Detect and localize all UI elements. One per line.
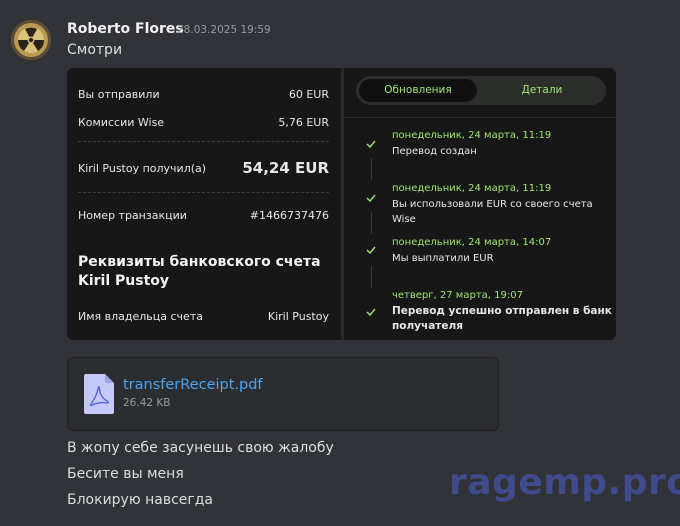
- timeline-line: [371, 266, 372, 288]
- tab-bar: Обновления Детали: [356, 76, 606, 105]
- check-icon: [366, 246, 376, 254]
- event-date: понедельник, 24 марта, 14:07: [392, 237, 552, 248]
- transaction-value: #1466737476: [249, 209, 329, 222]
- message-text: Бесите вы меня: [67, 466, 184, 482]
- fee-row: Комиссии Wise 5,76 EUR: [78, 116, 329, 129]
- event-text: Вы использовали EUR со своего счета Wise: [392, 199, 593, 225]
- transfer-summary-panel: Вы отправили 60 EUR Комиссии Wise 5,76 E…: [67, 68, 341, 340]
- watermark: ragemp.pro: [449, 462, 680, 503]
- file-attachment[interactable]: transferReceipt.pdf 26.42 KB: [67, 357, 499, 431]
- divider: [78, 192, 329, 193]
- message-timestamp: 28.03.2025 19:59: [177, 24, 271, 36]
- sent-row: Вы отправили 60 EUR: [78, 88, 329, 101]
- divider: [78, 141, 329, 142]
- tab-details: Детали: [521, 84, 563, 96]
- transaction-row: Номер транзакции #1466737476: [78, 209, 329, 222]
- message-text: В жопу себе засунешь свою жалобу: [67, 440, 334, 456]
- timeline-line: [371, 212, 372, 234]
- check-icon: [366, 140, 376, 148]
- pdf-file-icon: [84, 374, 114, 414]
- message-text: Блокирую навсегда: [67, 492, 213, 508]
- tab-updates: Обновления: [359, 79, 477, 102]
- received-label: Kiril Pustoy получил(а): [78, 161, 207, 175]
- event-text: Перевод создан: [392, 146, 477, 157]
- event-text: Перевод успешно отправлен в банк получат…: [392, 305, 612, 332]
- radiation-avatar-icon: [11, 20, 51, 60]
- avatar[interactable]: [11, 20, 51, 60]
- attachment-filename-link[interactable]: transferReceipt.pdf: [123, 377, 263, 393]
- screenshot-image[interactable]: Вы отправили 60 EUR Комиссии Wise 5,76 E…: [67, 68, 616, 340]
- fee-value: 5,76 EUR: [278, 116, 329, 129]
- message-text: Смотри: [67, 42, 123, 58]
- received-value: 54,24 EUR: [242, 159, 329, 177]
- sent-value: 60 EUR: [288, 88, 329, 101]
- updates-panel: Обновления Детали понедельник, 24 марта,…: [344, 68, 616, 340]
- check-icon: [366, 194, 376, 202]
- received-row: Kiril Pustoy получил(а) 54,24 EUR: [78, 159, 329, 177]
- sent-label: Вы отправили: [78, 88, 160, 101]
- transaction-label: Номер транзакции: [78, 209, 187, 222]
- divider: [344, 117, 616, 118]
- check-icon: [366, 308, 376, 316]
- event-date: понедельник, 24 марта, 11:19: [392, 183, 552, 194]
- author-name[interactable]: Roberto Flores: [67, 21, 184, 37]
- fee-label: Комиссии Wise: [78, 116, 165, 129]
- bank-details-title: Реквизиты банковского счета Kiril Pustoy: [78, 254, 321, 289]
- holder-value: Kiril Pustoy: [267, 310, 329, 323]
- event-date: понедельник, 24 марта, 11:19: [392, 130, 552, 141]
- holder-label: Имя владельца счета: [78, 310, 203, 323]
- attachment-size: 26.42 KB: [123, 397, 171, 409]
- event-date: четверг, 27 марта, 19:07: [392, 290, 523, 301]
- holder-row: Имя владельца счета Kiril Pustoy: [78, 310, 329, 323]
- timeline-line: [371, 158, 372, 180]
- event-text: Мы выплатили EUR: [392, 253, 494, 264]
